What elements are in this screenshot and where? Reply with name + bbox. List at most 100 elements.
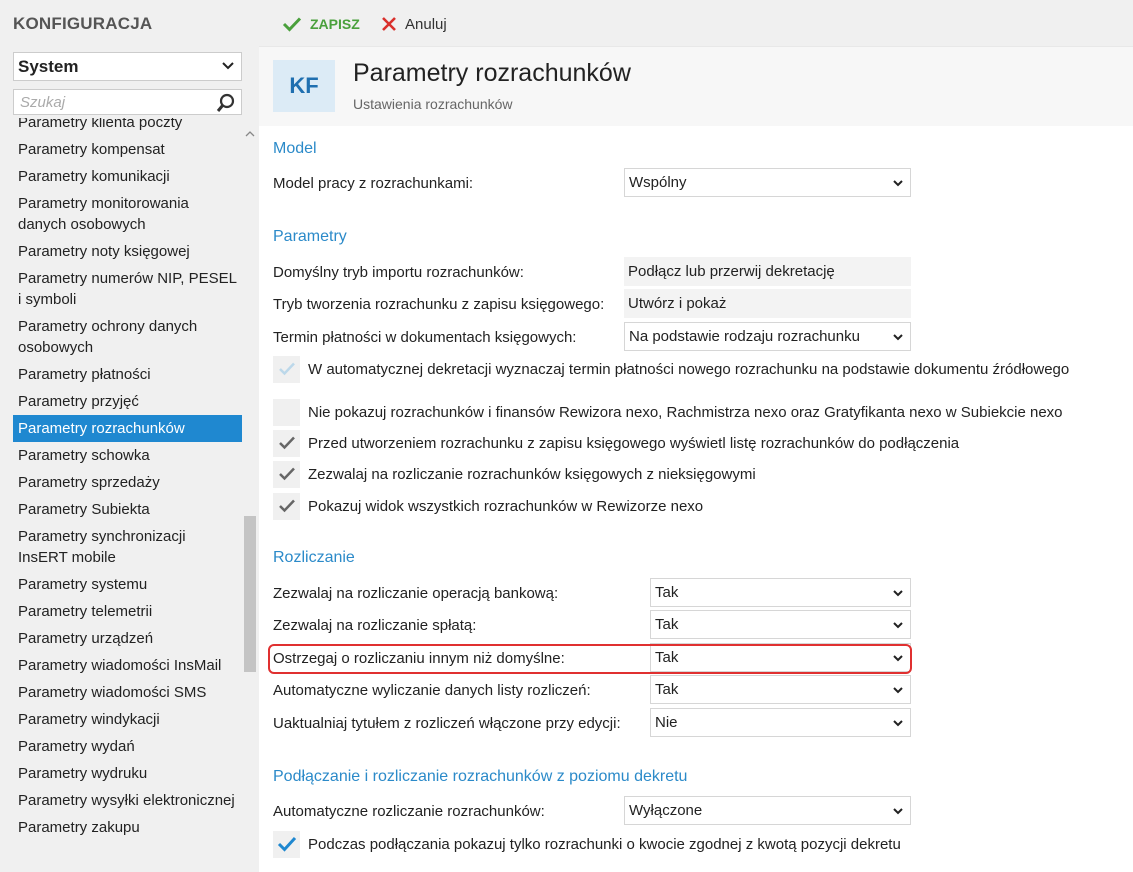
warn-settlement-dropdown[interactable]: Tak <box>650 643 911 672</box>
sidebar-item[interactable]: Parametry przyjęć <box>13 388 242 415</box>
sidebar-item[interactable]: Parametry wiadomości InsMail <box>13 652 242 679</box>
search-input[interactable] <box>14 90 204 114</box>
sidebar-scrollbar[interactable] <box>243 124 257 872</box>
field-label-create: Tryb tworzenia rozrachunku z zapisu księ… <box>273 296 605 313</box>
nav-list: Parametry klienta poczty Parametry kompen… <box>13 118 242 872</box>
chevron-down-icon <box>893 334 903 341</box>
checkbox-label-show-all: Pokazuj widok wszystkich rozrachunków w … <box>308 497 704 515</box>
sidebar: System Parametry klienta pocztyParametry… <box>0 46 259 872</box>
checkbox-row-auto-term: W automatycznej dekretacji wyznaczaj ter… <box>273 355 1069 383</box>
repayment-settlement-value: Tak <box>655 616 679 633</box>
cancel-button[interactable]: Anuluj <box>381 12 447 36</box>
checkbox-label-matching-amount: Podczas podłączania pokazuj tylko rozrac… <box>308 835 901 853</box>
chevron-down-icon <box>893 622 903 629</box>
checkmark-icon <box>278 467 295 481</box>
chevron-down-icon <box>893 687 903 694</box>
sidebar-item[interactable]: Parametry synchronizacji InsERT mobile <box>13 523 242 571</box>
sidebar-item[interactable]: Parametry monitorowania danych osobowych <box>13 190 242 238</box>
sidebar-item[interactable]: Parametry Subiekta <box>13 496 242 523</box>
field-label-term: Termin płatności w dokumentach księgowyc… <box>273 329 577 346</box>
checkbox-row-matching-amount: Podczas podłączania pokazuj tylko rozrac… <box>273 830 901 858</box>
sidebar-item[interactable]: Parametry wysyłki elektronicznej <box>13 787 242 814</box>
sidebar-item[interactable]: Parametry ochrony danych osobowych <box>13 313 242 361</box>
module-select[interactable]: System <box>13 52 242 81</box>
checkbox-row-allow-nonaccounting: Zezwalaj na rozliczanie rozrachunków ksi… <box>273 460 756 488</box>
page-title: Parametry rozrachunków <box>353 59 631 87</box>
sidebar-item[interactable]: Parametry komunikacji <box>13 163 242 190</box>
scroll-up-icon[interactable] <box>243 128 257 140</box>
checkbox-allow-nonaccounting[interactable] <box>273 460 300 488</box>
auto-settle-value: Wyłączone <box>629 802 703 819</box>
search-box <box>13 89 242 115</box>
auto-calc-dropdown[interactable]: Tak <box>650 675 911 704</box>
module-select-value: System <box>18 56 79 76</box>
create-mode-value: Utwórz i pokaż <box>624 289 911 318</box>
sidebar-item[interactable]: Parametry systemu <box>13 571 242 598</box>
warn-settlement-value: Tak <box>655 649 679 666</box>
field-label-import: Domyślny tryb importu rozrachunków: <box>273 264 524 281</box>
search-icon[interactable] <box>215 92 237 114</box>
field-label-model: Model pracy z rozrachunkami: <box>273 175 474 192</box>
update-title-dropdown[interactable]: Nie <box>650 708 911 737</box>
auto-calc-value: Tak <box>655 681 679 698</box>
save-button[interactable]: ZAPISZ <box>282 12 360 36</box>
save-button-label: ZAPISZ <box>310 16 360 32</box>
section-title-model: Model <box>273 140 317 157</box>
field-label-warn: Ostrzegaj o rozliczaniu innym niż domyśl… <box>273 650 565 667</box>
bank-settlement-dropdown[interactable]: Tak <box>650 578 911 607</box>
section-title-parametry: Parametry <box>273 228 347 245</box>
model-dropdown-value: Wspólny <box>629 174 687 191</box>
checkbox-label-auto-term: W automatycznej dekretacji wyznaczaj ter… <box>308 360 1070 378</box>
sidebar-item[interactable]: Parametry schowka <box>13 442 242 469</box>
checkmark-icon <box>278 436 295 450</box>
sidebar-item[interactable]: Parametry sprzedaży <box>13 469 242 496</box>
model-dropdown[interactable]: Wspólny <box>624 168 911 197</box>
field-label-auto-calc: Automatyczne wyliczanie danych listy roz… <box>273 682 591 699</box>
term-dropdown-value: Na podstawie rodzaju rozrachunku <box>629 328 860 345</box>
chevron-down-icon <box>893 808 903 815</box>
update-title-value: Nie <box>655 714 678 731</box>
sidebar-item[interactable]: Parametry wydań <box>13 733 242 760</box>
term-dropdown[interactable]: Na podstawie rodzaju rozrachunku <box>624 322 911 351</box>
checkbox-matching-amount[interactable] <box>273 830 300 858</box>
checkbox-row-show-list: Przed utworzeniem rozrachunku z zapisu k… <box>273 429 959 457</box>
chevron-down-icon <box>893 720 903 727</box>
close-icon <box>382 17 396 31</box>
sidebar-item[interactable]: Parametry numerów NIP, PESEL i symboli <box>13 265 242 313</box>
cancel-button-label: Anuluj <box>405 15 447 33</box>
repayment-settlement-dropdown[interactable]: Tak <box>650 610 911 639</box>
sidebar-item[interactable]: Parametry windykacji <box>13 706 242 733</box>
sidebar-item[interactable]: Parametry kompensat <box>13 136 242 163</box>
import-mode-value: Podłącz lub przerwij dekretację <box>624 257 911 286</box>
checkbox-label-allow-nonaccounting: Zezwalaj na rozliczanie rozrachunków ksi… <box>308 465 756 483</box>
scrollbar-thumb[interactable] <box>244 516 256 672</box>
checkbox-row-hide-rewizor: Nie pokazuj rozrachunków i finansów Rewi… <box>273 398 1063 426</box>
checkbox-label-hide-rewizor: Nie pokazuj rozrachunków i finansów Rewi… <box>308 403 1063 421</box>
checkbox-show-list[interactable] <box>273 429 300 457</box>
auto-settle-dropdown[interactable]: Wyłączone <box>624 796 911 825</box>
main-panel: KF Parametry rozrachunków Ustawienia roz… <box>259 46 1133 872</box>
section-title-dekret: Podłączanie i rozliczanie rozrachunków z… <box>273 768 688 785</box>
sidebar-item[interactable]: Parametry płatności <box>13 361 242 388</box>
sidebar-item[interactable]: Parametry klienta poczty <box>13 118 242 136</box>
sidebar-item[interactable]: Parametry zakupu <box>13 814 242 841</box>
chevron-down-icon <box>893 180 903 187</box>
sidebar-item[interactable]: Parametry noty księgowej <box>13 238 242 265</box>
checkmark-icon <box>282 17 302 32</box>
sidebar-item[interactable]: Parametry wiadomości SMS <box>13 679 242 706</box>
sidebar-item[interactable]: Parametry wydruku <box>13 760 242 787</box>
field-label-auto-settle: Automatyczne rozliczanie rozrachunków: <box>273 803 545 820</box>
chevron-down-icon <box>893 590 903 597</box>
sidebar-item[interactable]: Parametry urządzeń <box>13 625 242 652</box>
top-toolbar: KONFIGURACJA ZAPISZ Anuluj <box>0 0 1133 46</box>
sidebar-item[interactable]: Parametry rozrachunków <box>13 415 242 442</box>
field-label-repayment: Zezwalaj na rozliczanie spłatą: <box>273 617 477 634</box>
section-title-rozliczanie: Rozliczanie <box>273 549 355 566</box>
checkbox-auto-term[interactable] <box>273 355 300 383</box>
bank-settlement-value: Tak <box>655 584 679 601</box>
page-header: KF Parametry rozrachunków Ustawienia roz… <box>259 46 1133 126</box>
checkbox-show-all[interactable] <box>273 492 300 520</box>
sidebar-item[interactable]: Parametry telemetrii <box>13 598 242 625</box>
checkbox-hide-rewizor[interactable] <box>273 398 300 426</box>
checkmark-icon <box>278 362 295 376</box>
